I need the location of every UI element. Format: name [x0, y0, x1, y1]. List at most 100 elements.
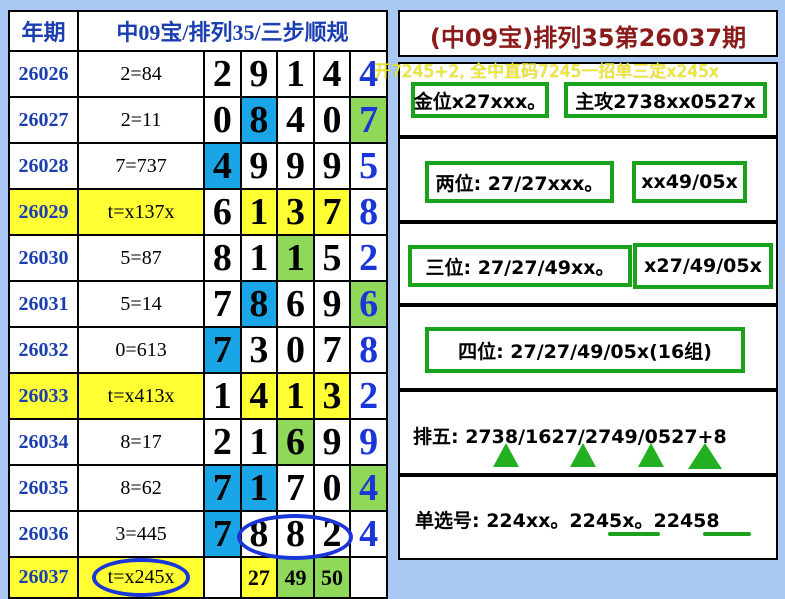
last-digit-cell: 6	[349, 280, 388, 328]
period-cell: 26029	[7, 188, 80, 236]
digit-cell: 4	[239, 372, 279, 420]
digit-cell: 9	[239, 50, 279, 98]
digit-cell: 8	[203, 234, 242, 282]
digit-cell: 7	[312, 326, 352, 374]
digit-cell: 0	[203, 96, 242, 144]
last-digit-cell: 2	[349, 372, 388, 420]
digit-cell: 3	[239, 326, 279, 374]
digit-cell: 0	[312, 96, 352, 144]
digit-cell: 7	[203, 326, 242, 374]
digit-cell: 5	[312, 234, 352, 282]
digit-cell: 1	[239, 418, 279, 466]
digit-cell: 6	[203, 188, 242, 236]
table-row: 26032 0=613 7 3 0 7 8	[7, 326, 388, 374]
b1-right-box: 主攻2738xx0527x	[564, 82, 767, 118]
last-digit-cell: 8	[349, 326, 388, 374]
digit-cell: 8	[239, 96, 279, 144]
digit-cell: 7	[203, 464, 242, 512]
table-row: 26035 8=62 7 1 7 0 4	[7, 464, 388, 512]
table-row: 26030 5=87 8 1 1 5 2	[7, 234, 388, 282]
digit-cell: 1	[276, 234, 315, 282]
last-digit-cell: 9	[349, 418, 388, 466]
digit-cell: 8	[239, 510, 279, 558]
last-digit-cell: 7	[349, 96, 388, 144]
prediction-row: 26037 t=x245x 27 49 50	[7, 556, 388, 599]
b2-right-box: xx49/05x	[632, 161, 747, 203]
digit-cell: 4	[203, 142, 242, 190]
digit-cell: 8	[276, 510, 315, 558]
period-cell: 26028	[7, 142, 80, 190]
digit-cell: 9	[276, 142, 315, 190]
table-row: 26033 t=x413x 1 4 1 3 2	[7, 372, 388, 420]
digit-cell: 6	[276, 280, 315, 328]
period-cell: 26033	[7, 372, 80, 420]
digit-cell: 9	[312, 142, 352, 190]
b5-triangle-2	[570, 443, 596, 467]
prediction-period: 26037	[7, 556, 80, 599]
b1-left-box: 金位x27xxx。	[411, 82, 549, 118]
period-cell: 26032	[7, 326, 80, 374]
table-row: 26028 7=737 4 9 9 9 5	[7, 142, 388, 190]
last-digit-cell: 2	[349, 234, 388, 282]
right-title: (中09宝)排列35第26037期	[429, 24, 747, 52]
last-digit-cell: 4	[349, 464, 388, 512]
b5-triangle-1	[493, 443, 519, 467]
digit-cell: 7	[312, 188, 352, 236]
digit-cell: 1	[276, 50, 315, 98]
header-title: 中09宝/排列35/三步顺规	[77, 10, 388, 52]
hint-cell: 3=445	[77, 510, 206, 558]
digit-cell: 1	[276, 372, 315, 420]
digit-cell: 2	[203, 418, 242, 466]
period-cell: 26034	[7, 418, 80, 466]
table-row: 26027 2=11 0 8 4 0 7	[7, 96, 388, 144]
right-title-box: (中09宝)排列35第26037期	[398, 10, 778, 57]
digit-cell: 4	[276, 96, 315, 144]
table-row: 26026 2=84 2 9 1 4 4	[7, 50, 388, 98]
overlay-note: 开7245+2, 全中直码7245一招单三定x245x	[374, 62, 719, 82]
digit-cell: 7	[203, 510, 242, 558]
hint-cell: 8=62	[77, 464, 206, 512]
digit-cell: 0	[276, 326, 315, 374]
b3-right-box: x27/49/05x	[633, 243, 773, 289]
hint-cell: 0=613	[77, 326, 206, 374]
b2-left-box: 两位: 27/27xxx。	[425, 161, 614, 203]
digit-cell: 1	[239, 464, 279, 512]
digit-cell: 7	[276, 464, 315, 512]
empty-cell	[203, 556, 242, 599]
hint-cell: 5=87	[77, 234, 206, 282]
last-digit-cell: 4	[349, 510, 388, 558]
digit-cell: 9	[239, 142, 279, 190]
digit-cell: 1	[203, 372, 242, 420]
digit-cell: 4	[312, 50, 352, 98]
period-cell: 26036	[7, 510, 80, 558]
prediction-number: 50	[312, 556, 352, 599]
prediction-hint: t=x245x	[77, 556, 206, 599]
digit-cell: 1	[239, 188, 279, 236]
digit-cell: 9	[312, 280, 352, 328]
digit-cell: 1	[239, 234, 279, 282]
last-digit-cell: 5	[349, 142, 388, 190]
lottery-table: 年期 中09宝/排列35/三步顺规 26026 2=84 2 9 1 4 4 26027 2=1…	[7, 10, 388, 599]
digit-cell: 3	[312, 372, 352, 420]
hint-cell: t=x413x	[77, 372, 206, 420]
prediction-hint-text: t=x245x	[91, 559, 191, 596]
prediction-number: 49	[276, 556, 315, 599]
table-row: 26031 5=14 7 8 6 9 6	[7, 280, 388, 328]
empty-cell	[349, 556, 388, 599]
hint-cell: t=x137x	[77, 188, 206, 236]
digit-cell: 0	[312, 464, 352, 512]
b6-underline-1	[608, 532, 660, 536]
period-cell: 26035	[7, 464, 80, 512]
last-digit-cell: 8	[349, 188, 388, 236]
hint-cell: 5=14	[77, 280, 206, 328]
digit-cell: 8	[239, 280, 279, 328]
table-row: 26036 3=445 7 8 8 2 4	[7, 510, 388, 558]
period-cell: 26027	[7, 96, 80, 144]
hint-cell: 2=11	[77, 96, 206, 144]
digit-cell: 7	[203, 280, 242, 328]
period-cell: 26031	[7, 280, 80, 328]
period-cell: 26030	[7, 234, 80, 282]
prediction-number: 27	[239, 556, 279, 599]
digit-cell: 3	[276, 188, 315, 236]
digit-cell: 9	[312, 418, 352, 466]
